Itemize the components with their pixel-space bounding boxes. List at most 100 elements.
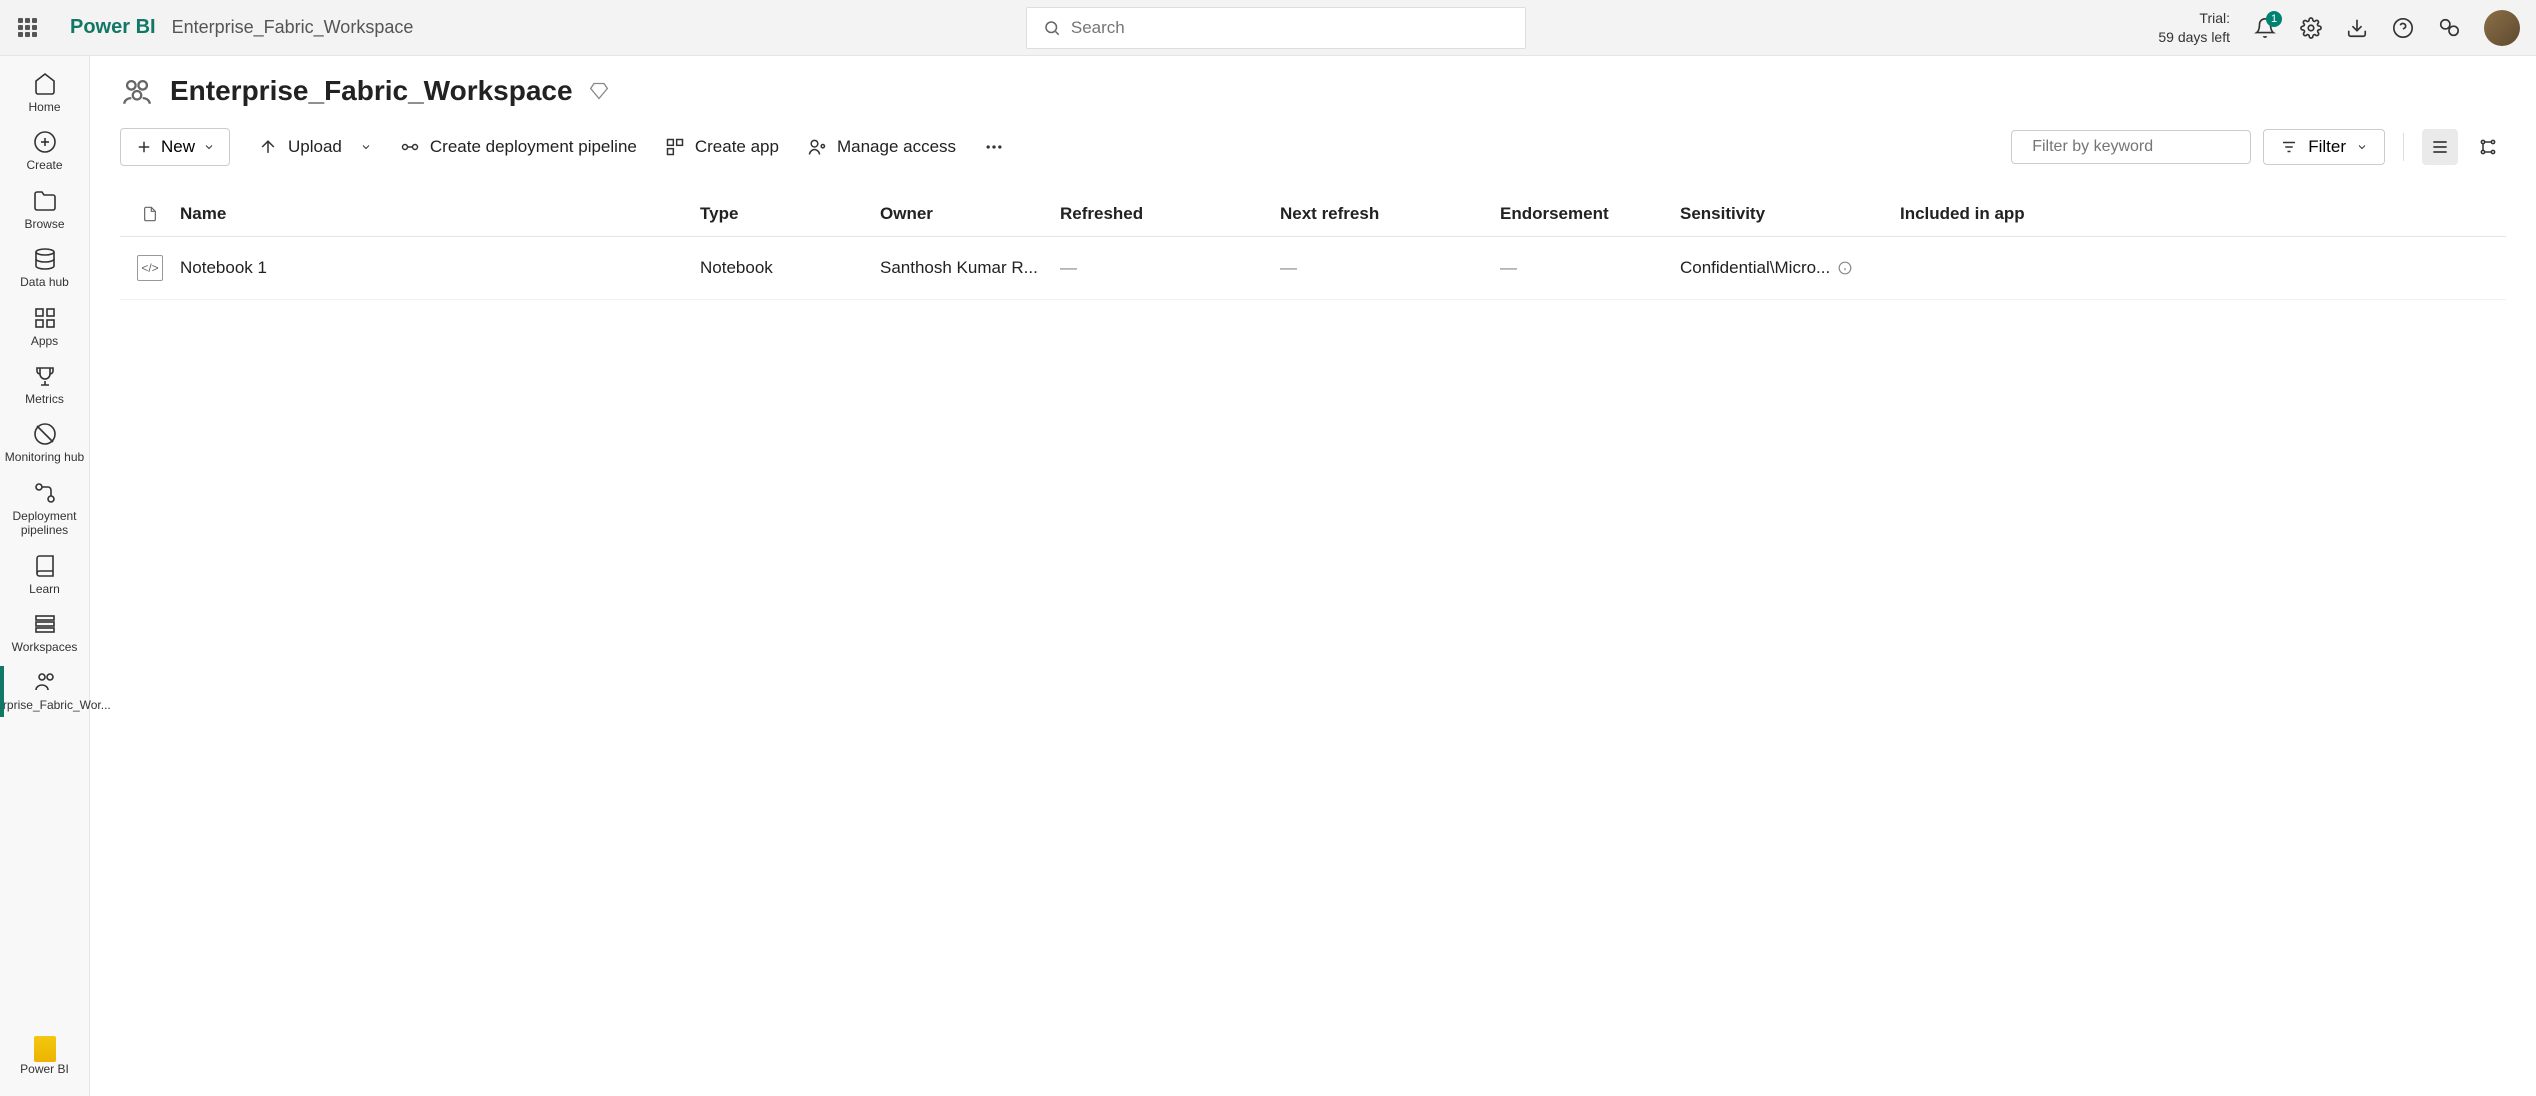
column-header-owner[interactable]: Owner (880, 204, 1060, 224)
cell-next-refresh: — (1280, 258, 1500, 278)
trial-label: Trial: (2158, 9, 2230, 27)
chevron-down-icon (2356, 141, 2368, 153)
list-view-button[interactable] (2422, 129, 2458, 165)
sidebar-item-powerbi[interactable]: Power BI (0, 1028, 89, 1084)
ellipsis-icon (984, 137, 1004, 157)
pipeline-icon (400, 137, 420, 157)
filter-button[interactable]: Filter (2263, 129, 2385, 165)
list-icon (2430, 137, 2450, 157)
file-icon (142, 204, 158, 224)
column-header-next-refresh[interactable]: Next refresh (1280, 204, 1500, 224)
column-header-included[interactable]: Included in app (1900, 204, 2506, 224)
search-box[interactable] (1026, 7, 1526, 49)
user-avatar[interactable] (2484, 10, 2520, 46)
gear-icon (2300, 17, 2322, 39)
smiley-icon (2438, 17, 2460, 39)
sidebar-item-pipelines[interactable]: Deployment pipelines (0, 473, 89, 546)
upload-button[interactable]: Upload (258, 137, 372, 157)
app-icon (665, 137, 685, 157)
sidebar-item-home[interactable]: Home (0, 64, 89, 122)
sidebar-label: Power BI (20, 1062, 69, 1076)
product-name[interactable]: Power BI (70, 16, 156, 39)
column-header-icon[interactable] (120, 204, 180, 224)
sidebar-item-learn[interactable]: Learn (0, 546, 89, 604)
top-bar: Power BI Enterprise_Fabric_Workspace Tri… (0, 0, 2536, 56)
sidebar-item-current-workspace[interactable]: Enterprise_Fabric_Wor... (0, 662, 89, 720)
question-icon (2392, 17, 2414, 39)
cell-name[interactable]: Notebook 1 (180, 258, 700, 278)
manage-access-label: Manage access (837, 137, 956, 157)
cell-owner: Santhosh Kumar R... (880, 258, 1060, 278)
sidebar-item-apps[interactable]: Apps (0, 298, 89, 356)
folder-icon (33, 189, 57, 213)
search-icon (1043, 19, 1061, 37)
new-button[interactable]: New (120, 128, 230, 166)
chevron-down-icon (203, 141, 215, 153)
sidebar-item-datahub[interactable]: Data hub (0, 239, 89, 297)
left-sidebar: Home Create Browse Data hub Apps Metrics… (0, 56, 90, 1096)
plus-icon (135, 138, 153, 156)
search-input[interactable] (1071, 18, 1509, 38)
filter-keyword-input[interactable] (2032, 138, 2239, 156)
gauge-icon (33, 422, 57, 446)
top-right-controls: Trial: 59 days left 1 (2158, 9, 2520, 45)
cell-sensitivity: Confidential\Micro... (1680, 258, 1900, 278)
sidebar-item-monitoring[interactable]: Monitoring hub (0, 414, 89, 472)
breadcrumb[interactable]: Enterprise_Fabric_Workspace (172, 17, 414, 38)
chevron-down-icon (360, 141, 372, 153)
home-icon (33, 72, 57, 96)
sidebar-item-metrics[interactable]: Metrics (0, 356, 89, 414)
upload-label: Upload (288, 137, 342, 157)
divider (2403, 133, 2404, 161)
powerbi-logo-icon (34, 1036, 56, 1062)
grid-icon (33, 306, 57, 330)
access-icon (807, 137, 827, 157)
cell-type: Notebook (700, 258, 880, 278)
column-header-type[interactable]: Type (700, 204, 880, 224)
create-pipeline-button[interactable]: Create deployment pipeline (400, 137, 637, 157)
sidebar-label: Apps (31, 334, 58, 348)
book-icon (33, 554, 57, 578)
lineage-view-button[interactable] (2470, 129, 2506, 165)
people-icon (33, 670, 57, 694)
toolbar: New Upload Create deployment pipeline Cr… (90, 118, 2536, 176)
sidebar-item-workspaces[interactable]: Workspaces (0, 604, 89, 662)
info-icon[interactable] (1838, 261, 1852, 275)
table-row[interactable]: </> Notebook 1 Notebook Santhosh Kumar R… (120, 237, 2506, 300)
sidebar-label: Learn (29, 582, 60, 596)
notebook-icon: </> (137, 255, 163, 281)
feedback-button[interactable] (2438, 17, 2460, 39)
trophy-icon (33, 364, 57, 388)
app-launcher-icon[interactable] (16, 16, 40, 40)
sidebar-item-browse[interactable]: Browse (0, 181, 89, 239)
trial-status[interactable]: Trial: 59 days left (2158, 9, 2230, 45)
column-header-endorsement[interactable]: Endorsement (1500, 204, 1680, 224)
cell-refreshed: — (1060, 258, 1280, 278)
diamond-icon[interactable] (589, 81, 609, 101)
help-button[interactable] (2392, 17, 2414, 39)
filter-icon (2280, 138, 2298, 156)
database-icon (33, 247, 57, 271)
sidebar-label: Enterprise_Fabric_Wor... (0, 698, 111, 712)
sidebar-label: Workspaces (12, 640, 78, 654)
manage-access-button[interactable]: Manage access (807, 137, 956, 157)
column-header-name[interactable]: Name (180, 204, 700, 224)
column-header-refreshed[interactable]: Refreshed (1060, 204, 1280, 224)
sidebar-item-create[interactable]: Create (0, 122, 89, 180)
settings-button[interactable] (2300, 17, 2322, 39)
cell-endorsement: — (1500, 258, 1680, 278)
sidebar-label: Browse (24, 217, 64, 231)
sidebar-label: Deployment pipelines (4, 509, 85, 538)
download-button[interactable] (2346, 17, 2368, 39)
more-button[interactable] (984, 137, 1004, 157)
table-header-row: Name Type Owner Refreshed Next refresh E… (120, 192, 2506, 237)
notifications-button[interactable]: 1 (2254, 17, 2276, 39)
filter-input-container[interactable] (2011, 130, 2251, 164)
main-content: Enterprise_Fabric_Workspace New Upload C… (90, 56, 2536, 1096)
column-header-sensitivity[interactable]: Sensitivity (1680, 204, 1900, 224)
create-app-button[interactable]: Create app (665, 137, 779, 157)
sidebar-label: Home (28, 100, 60, 114)
trial-days: 59 days left (2158, 28, 2230, 46)
filter-label: Filter (2308, 137, 2346, 157)
notification-badge: 1 (2266, 11, 2282, 27)
